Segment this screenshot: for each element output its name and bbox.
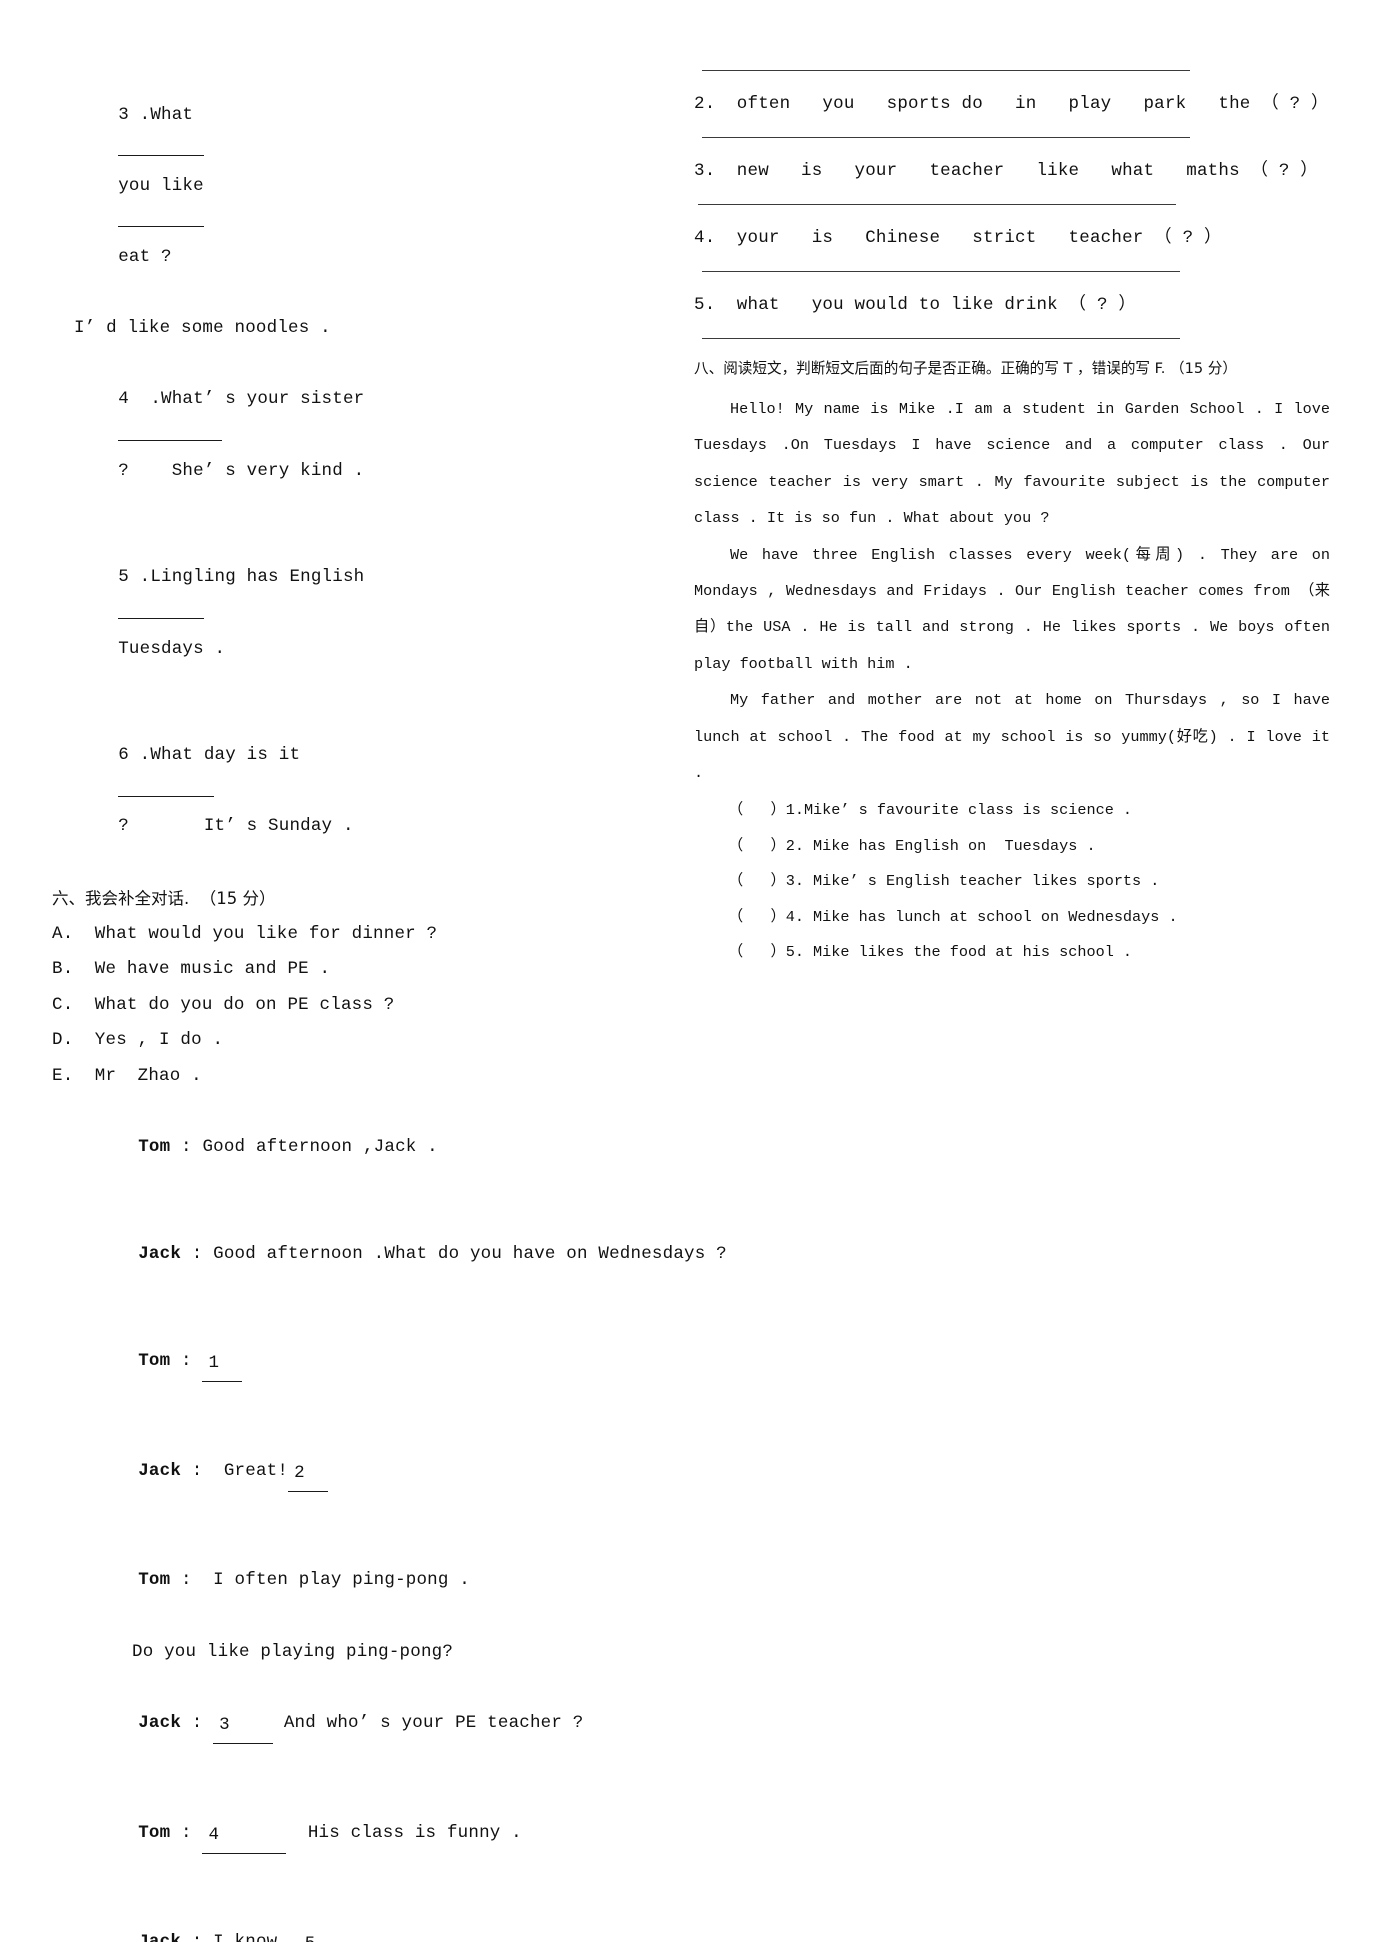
dialogue-blank-2[interactable]: 2 — [288, 1456, 329, 1493]
dialogue-tail: His class is funny . — [286, 1822, 522, 1843]
dialogue-text: I know . — [213, 1932, 299, 1942]
reading-paragraph-3: My father and mother are not at home on … — [694, 691, 1330, 783]
dialogue-line-tom-1: Tom : Good afternoon ,Jack . — [52, 1095, 652, 1202]
item-6-number: 6 . — [118, 745, 151, 766]
dialogue-text: Good afternoon ,Jack . — [202, 1137, 438, 1158]
true-false-question-5[interactable]: （ ）5. Mike likes the food at his school … — [694, 935, 1330, 971]
dialogue-line-continuation: Do you like playing ping-pong? — [132, 1641, 454, 1662]
item-6-text-b: ? It’ s Sunday . — [118, 816, 354, 837]
item-3-text-b: you like — [118, 175, 204, 196]
item-6-text-a: What day is it — [150, 745, 301, 766]
word-order-item-5: 5. what you would to like drink （ ? ） — [694, 295, 1137, 315]
section-six-option-b: B. We have music and PE . — [52, 959, 331, 980]
word-order-item-3: 3. new is your teacher like what maths （… — [694, 161, 1318, 181]
section-six-heading: 六、我会补全对话. （15 分） — [52, 888, 276, 908]
item-4-text-a: What’ s your sister — [161, 389, 365, 410]
dialogue-sep: : — [170, 1570, 203, 1591]
dialogue-blank-4[interactable]: 4 — [202, 1818, 287, 1855]
speaker-jack: Jack — [138, 1244, 182, 1264]
speaker-tom: Tom — [138, 1822, 171, 1843]
dialogue-sep: : — [170, 1137, 203, 1158]
true-false-question-4[interactable]: （ ）4. Mike has lunch at school on Wednes… — [694, 900, 1330, 936]
fill-blank-item-3: 3 .What you like eat ? — [52, 62, 652, 311]
section-six-option-c: C. What do you do on PE class ? — [52, 994, 395, 1015]
item-3-text-c: eat ? — [118, 246, 172, 267]
dialogue-line-tom-3: Tom : I often play ping-pong . — [52, 1528, 652, 1635]
item-5-number: 5 . — [118, 567, 151, 588]
true-false-question-3[interactable]: （ ）3. Mike’ s English teacher likes spor… — [694, 864, 1330, 900]
section-six-option-e: E. Mr Zhao . — [52, 1066, 202, 1087]
section-eight-heading: 八、阅读短文，判断短文后面的句子是否正确。正确的写 T ，错误的写 F. （15… — [694, 360, 1237, 377]
speaker-jack: Jack — [138, 1712, 182, 1733]
item-3-answer-line: I’ d like some noodles . — [74, 318, 331, 339]
dialogue-sep: : — [181, 1932, 213, 1942]
speaker-tom: Tom — [138, 1137, 171, 1158]
dialogue-sep: : — [170, 1822, 203, 1843]
dialogue-sep: : — [181, 1244, 214, 1264]
dialogue-tail: And who’ s your PE teacher ? — [273, 1712, 584, 1733]
reading-paragraph-1: Hello! My name is Mike .I am a student i… — [694, 400, 1330, 528]
dialogue-line-tom-2: Tom : 1 — [52, 1308, 652, 1418]
item-5-text-a: Lingling has English — [150, 567, 365, 588]
exam-paper-page: 3 .What you like eat ? I’ d like some no… — [0, 0, 1375, 1942]
dialogue-text: Good afternoon .What do you have on Wedn… — [213, 1244, 727, 1264]
speaker-jack: Jack — [138, 1460, 182, 1481]
item-3-blank-1[interactable] — [118, 138, 205, 157]
true-false-question-2[interactable]: （ ）2. Mike has English on Tuesdays . — [694, 829, 1330, 865]
word-order-item-4: 4. your is Chinese strict teacher （ ? ） — [694, 228, 1222, 248]
fill-blank-item-6: 6 .What day is it ? It’ s Sunday . — [52, 703, 652, 881]
dialogue-text: I often play ping-pong . — [202, 1570, 470, 1591]
dialogue-line-jack-3: Jack : 3 And who’ s your PE teacher ? — [52, 1670, 652, 1780]
section-six-option-a: A. What would you like for dinner ? — [52, 923, 438, 944]
dialogue-sep: : — [181, 1712, 214, 1733]
item-4-blank-1[interactable] — [118, 422, 223, 441]
fill-blank-item-5: 5 .Lingling has English Tuesdays . — [52, 525, 652, 703]
true-false-question-1[interactable]: （ ）1.Mike’ s favourite class is science … — [694, 793, 1330, 829]
dialogue-sep: : — [170, 1350, 203, 1371]
reading-paragraph-2: We have three English classes every week… — [694, 545, 1330, 673]
dialogue-blank-1[interactable]: 1 — [202, 1346, 243, 1383]
dialogue-line-jack-4: Jack : I know .5 — [52, 1890, 652, 1942]
speaker-jack: Jack — [138, 1932, 181, 1942]
section-six-option-d: D. Yes , I do . — [52, 1030, 224, 1051]
item-3-text-a: What — [150, 104, 194, 125]
dialogue-line-jack-1: Jack : Good afternoon .What do you have … — [52, 1201, 726, 1308]
dialogue-line-jack-2: Jack : Great! 2 — [52, 1418, 652, 1528]
speaker-tom: Tom — [138, 1350, 171, 1371]
fill-blank-item-4: 4 .What’ s your sister ? She’ s very kin… — [52, 347, 652, 525]
item-6-blank-1[interactable] — [118, 778, 215, 797]
dialogue-blank-5[interactable]: 5 — [299, 1927, 361, 1942]
item-5-text-b: Tuesdays . — [118, 638, 226, 659]
dialogue-line-tom-4: Tom : 4 His class is funny . — [52, 1780, 652, 1890]
dialogue-text: Great! — [213, 1460, 289, 1481]
word-order-item-2: 2. often you sports do in play park the … — [694, 94, 1329, 114]
dialogue-sep: : — [181, 1460, 214, 1481]
left-column: 3 .What you like eat ? I’ d like some no… — [52, 0, 727, 1942]
right-column: 2. often you sports do in play park the … — [694, 0, 1330, 971]
item-3-number: 3 . — [118, 104, 151, 125]
item-5-blank-1[interactable] — [118, 600, 205, 619]
item-4-number: 4 . — [118, 389, 162, 410]
dialogue-blank-3[interactable]: 3 — [213, 1708, 274, 1745]
item-4-text-b: ? She’ s very kind . — [118, 460, 365, 481]
item-3-blank-2[interactable] — [118, 209, 205, 228]
speaker-tom: Tom — [138, 1570, 171, 1591]
